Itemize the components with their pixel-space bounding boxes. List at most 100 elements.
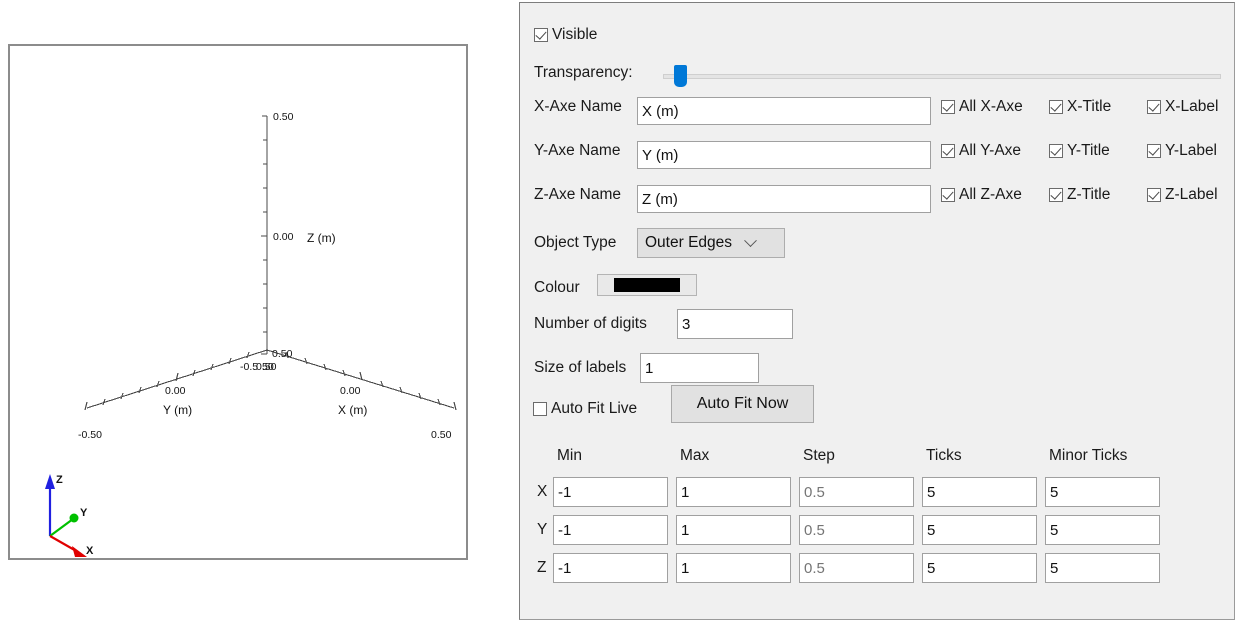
x-title-checkbox[interactable]: X-Title bbox=[1049, 99, 1111, 115]
y-ticks-input[interactable] bbox=[922, 515, 1037, 545]
all-z-axe-checkbox[interactable]: All Z-Axe bbox=[941, 187, 1022, 203]
all-y-axe-checkbox-box[interactable] bbox=[941, 143, 955, 158]
x-axe-name-input[interactable] bbox=[637, 97, 931, 125]
y-title-label: Y-Title bbox=[1067, 142, 1110, 159]
x-label-label: X-Label bbox=[1165, 98, 1219, 115]
all-x-axe-checkbox[interactable]: All X-Axe bbox=[941, 99, 1023, 115]
number-of-digits-label: Number of digits bbox=[534, 315, 647, 332]
size-of-labels-label: Size of labels bbox=[534, 359, 627, 376]
visible-label: Visible bbox=[552, 26, 598, 43]
transparency-slider[interactable] bbox=[663, 65, 1221, 87]
y-step-input[interactable] bbox=[799, 515, 914, 545]
z-ticks-input[interactable] bbox=[922, 553, 1037, 583]
axes-properties-panel: Visible Transparency: X-Axe Name All X-A… bbox=[519, 2, 1235, 620]
x-title-label: X-Title bbox=[1067, 98, 1112, 115]
y-title-checkbox[interactable]: Y-Title bbox=[1049, 143, 1110, 159]
y-axis-title: Y (m) bbox=[163, 403, 192, 417]
z-min-input[interactable] bbox=[553, 553, 668, 583]
x-step-input[interactable] bbox=[799, 477, 914, 507]
grid-header-step: Step bbox=[803, 447, 835, 464]
colour-label: Colour bbox=[534, 279, 580, 296]
z-title-checkbox[interactable]: Z-Title bbox=[1049, 187, 1110, 203]
axis-range-grid-header: Min Max Step Ticks Minor Ticks bbox=[537, 447, 1217, 473]
3d-axes-viewport[interactable]: 0.50 0.00 Z (m) 0.50 -0.5 0.50 50 0.00 X… bbox=[8, 44, 468, 560]
grid-header-min: Min bbox=[557, 447, 582, 464]
x-minor-ticks-input[interactable] bbox=[1045, 477, 1160, 507]
grid-row-y: Y bbox=[537, 511, 1217, 549]
transparency-slider-handle[interactable] bbox=[674, 65, 688, 87]
z-axis-tick-top: 0.50 bbox=[273, 111, 294, 123]
z-axis-title: Z (m) bbox=[307, 231, 336, 245]
z-max-input[interactable] bbox=[676, 553, 791, 583]
auto-fit-now-button[interactable]: Auto Fit Now bbox=[671, 385, 814, 423]
x-title-checkbox-box[interactable] bbox=[1049, 99, 1063, 114]
transparency-slider-track[interactable] bbox=[663, 74, 1221, 79]
z-step-input[interactable] bbox=[799, 553, 914, 583]
origin-tick-overlap-a: 0.50 bbox=[272, 348, 293, 360]
axis-range-grid: Min Max Step Ticks Minor Ticks X Y bbox=[537, 447, 1217, 587]
visible-checkbox-box[interactable] bbox=[534, 27, 548, 42]
z-label-checkbox-box[interactable] bbox=[1147, 187, 1161, 202]
grid-row-x-label: X bbox=[537, 483, 548, 500]
object-type-value: Outer Edges bbox=[645, 234, 733, 251]
auto-fit-live-checkbox-box[interactable] bbox=[533, 401, 547, 416]
x-max-input[interactable] bbox=[676, 477, 791, 507]
chevron-down-icon bbox=[744, 233, 757, 247]
y-label-checkbox-box[interactable] bbox=[1147, 143, 1161, 158]
colour-swatch bbox=[614, 278, 680, 292]
y-minor-ticks-input[interactable] bbox=[1045, 515, 1160, 545]
size-of-labels-input[interactable] bbox=[640, 353, 759, 383]
svg-text:Z: Z bbox=[56, 474, 63, 486]
x-axis-title: X (m) bbox=[338, 403, 367, 417]
grid-row-z-label: Z bbox=[537, 559, 547, 576]
x-label-checkbox-box[interactable] bbox=[1147, 99, 1161, 114]
x-min-input[interactable] bbox=[553, 477, 668, 507]
x-label-checkbox[interactable]: X-Label bbox=[1147, 99, 1218, 115]
auto-fit-live-checkbox[interactable]: Auto Fit Live bbox=[533, 401, 637, 417]
z-label-label: Z-Label bbox=[1165, 186, 1218, 203]
object-type-dropdown[interactable]: Outer Edges bbox=[637, 228, 785, 258]
svg-text:Y: Y bbox=[80, 507, 88, 519]
x-ticks-input[interactable] bbox=[922, 477, 1037, 507]
y-axis-tick-mid: 0.00 bbox=[165, 385, 186, 397]
number-of-digits-input[interactable] bbox=[677, 309, 793, 339]
y-axis-tick-far: -0.50 bbox=[78, 429, 102, 441]
visible-checkbox[interactable]: Visible bbox=[534, 27, 597, 43]
grid-header-ticks: Ticks bbox=[926, 447, 962, 464]
z-axe-name-input[interactable] bbox=[637, 185, 931, 213]
grid-header-max: Max bbox=[680, 447, 710, 464]
y-min-input[interactable] bbox=[553, 515, 668, 545]
y-label-label: Y-Label bbox=[1165, 142, 1218, 159]
all-y-axe-checkbox[interactable]: All Y-Axe bbox=[941, 143, 1021, 159]
x-axe-name-label: X-Axe Name bbox=[534, 98, 622, 115]
z-axis-tick-mid: 0.00 bbox=[273, 231, 294, 243]
y-axe-name-label: Y-Axe Name bbox=[534, 142, 621, 159]
auto-fit-live-label: Auto Fit Live bbox=[551, 400, 638, 417]
z-title-label: Z-Title bbox=[1067, 186, 1111, 203]
y-max-input[interactable] bbox=[676, 515, 791, 545]
z-axe-name-label: Z-Axe Name bbox=[534, 186, 621, 203]
all-x-axe-checkbox-box[interactable] bbox=[941, 99, 955, 114]
transparency-label: Transparency: bbox=[534, 64, 633, 81]
all-y-axe-label: All Y-Axe bbox=[959, 142, 1022, 159]
object-type-label: Object Type bbox=[534, 234, 617, 251]
grid-header-minor-ticks: Minor Ticks bbox=[1049, 447, 1128, 464]
y-axe-name-input[interactable] bbox=[637, 141, 931, 169]
colour-picker-button[interactable] bbox=[597, 274, 697, 296]
x-axis-tick-far: 0.50 bbox=[431, 429, 452, 441]
y-title-checkbox-box[interactable] bbox=[1049, 143, 1063, 158]
z-label-checkbox[interactable]: Z-Label bbox=[1147, 187, 1218, 203]
grid-row-x: X bbox=[537, 473, 1217, 511]
z-minor-ticks-input[interactable] bbox=[1045, 553, 1160, 583]
origin-tick-overlap-d: 50 bbox=[262, 361, 274, 373]
all-x-axe-label: All X-Axe bbox=[959, 98, 1023, 115]
y-label-checkbox[interactable]: Y-Label bbox=[1147, 143, 1217, 159]
z-title-checkbox-box[interactable] bbox=[1049, 187, 1063, 202]
all-z-axe-checkbox-box[interactable] bbox=[941, 187, 955, 202]
grid-row-y-label: Y bbox=[537, 521, 548, 538]
orientation-gizmo: Z Y X bbox=[45, 474, 94, 557]
svg-text:X: X bbox=[86, 545, 94, 557]
x-axis-tick-mid: 0.00 bbox=[340, 385, 361, 397]
all-z-axe-label: All Z-Axe bbox=[959, 186, 1022, 203]
grid-row-z: Z bbox=[537, 549, 1217, 587]
